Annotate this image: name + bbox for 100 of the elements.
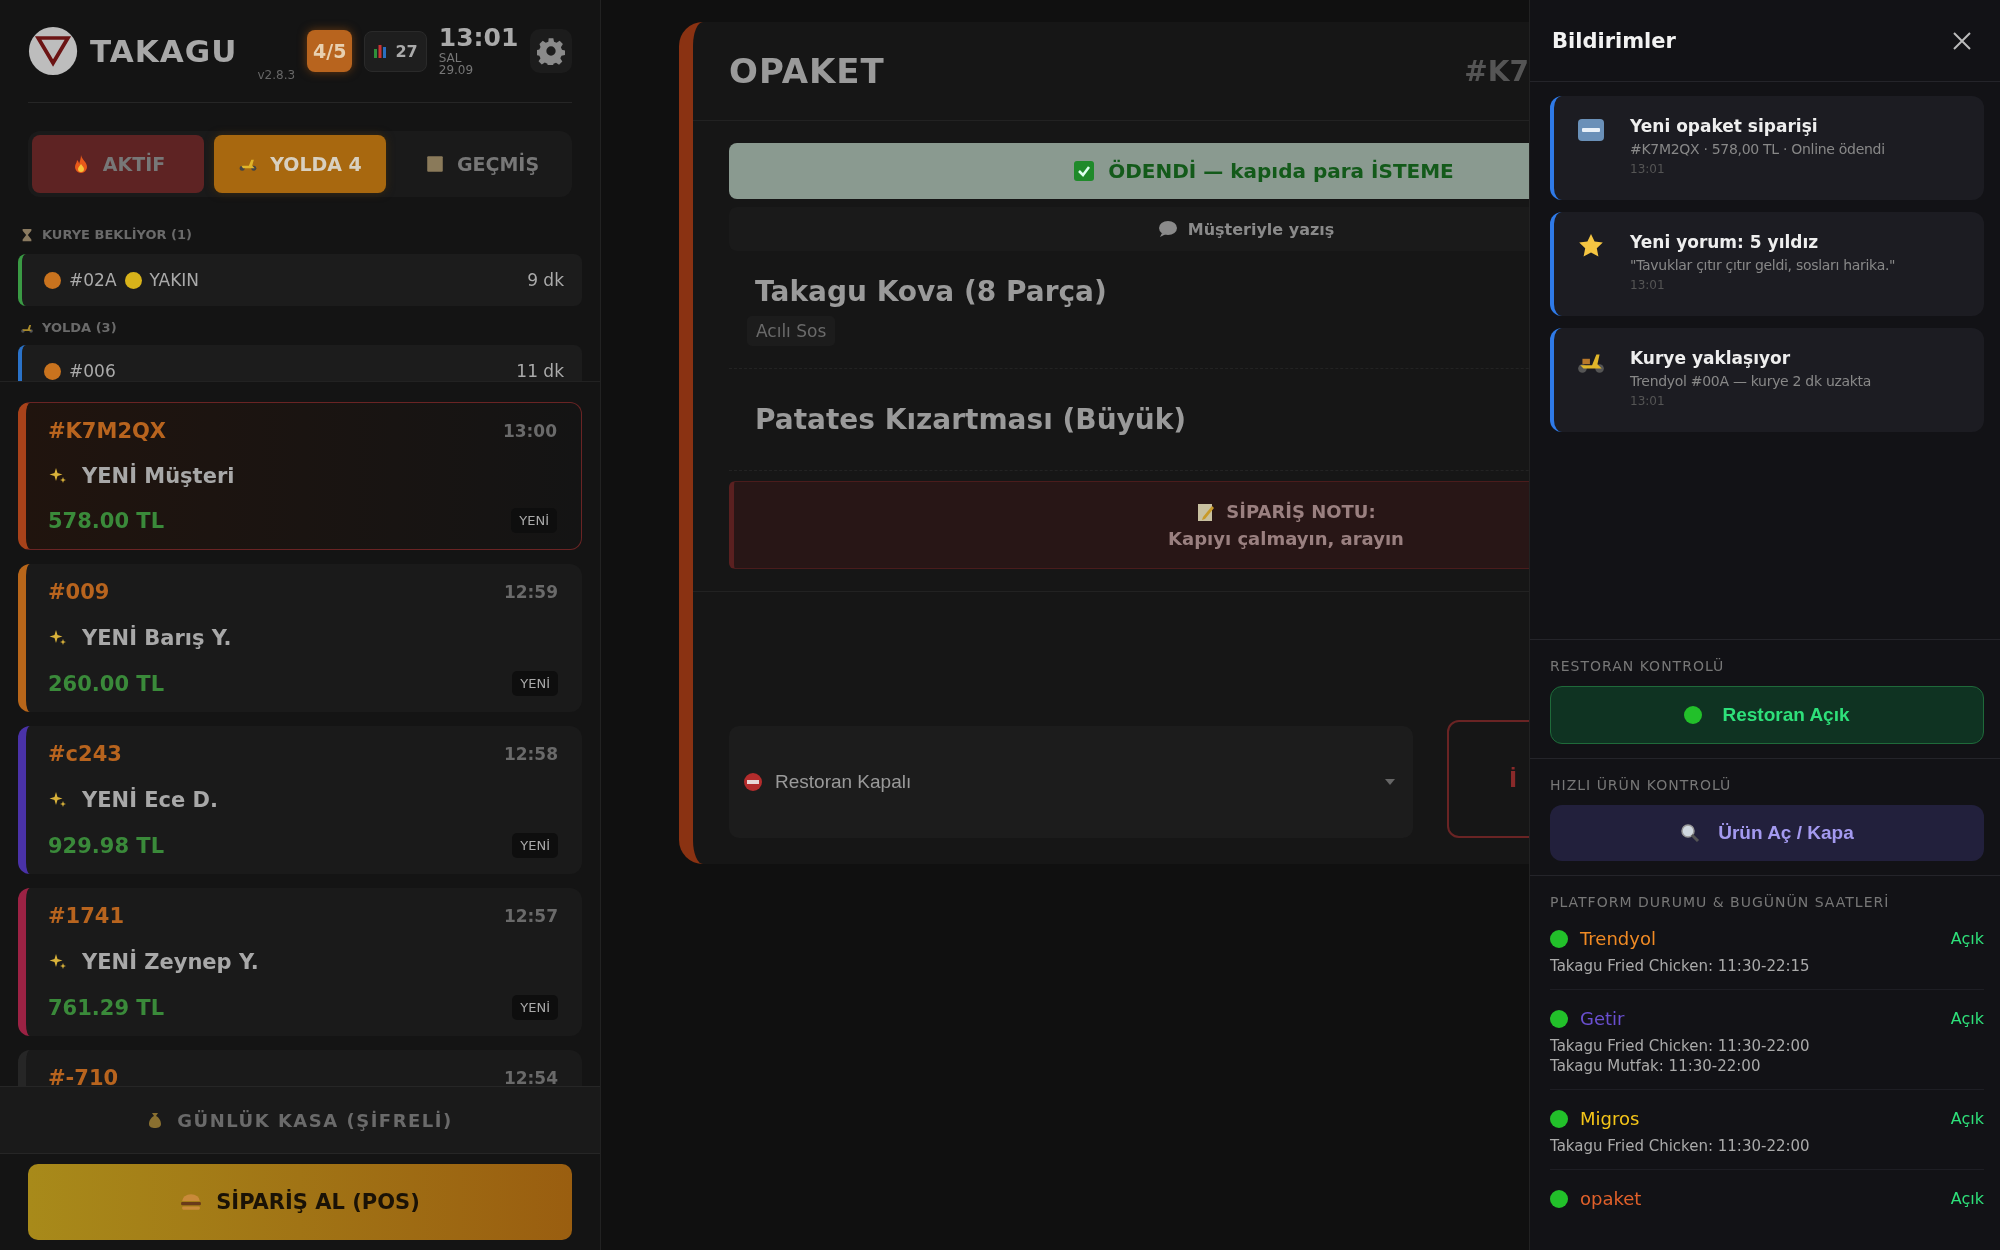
- tab[interactable]: GEÇMİŞ: [396, 135, 568, 193]
- drawer-title: Bildirimler: [1552, 28, 1676, 53]
- settings-icon: [537, 37, 566, 65]
- order-time: 12:57: [503, 906, 558, 926]
- order-time: 12:58: [503, 744, 558, 764]
- order-total: 578.00 TL: [48, 508, 165, 533]
- section-heading: YOLDA (3): [42, 320, 117, 335]
- order-id: #K7M2QX: [48, 419, 167, 443]
- section-heading: PLATFORM DURUMU & BUGÜNÜN SAATLERİ: [1550, 894, 1891, 910]
- money-bag-icon: [147, 1111, 164, 1129]
- hourglass-icon: [20, 227, 34, 242]
- status-select[interactable]: Restoran Kapalı: [729, 726, 1413, 838]
- no-entry-icon: [743, 772, 763, 792]
- proximity-label: YAKIN: [149, 270, 200, 290]
- order-card[interactable]: #K7M2QX 13:00 YENİ Müşteri 578.00 TL YENİ: [18, 402, 582, 550]
- clock-time: 13:01: [438, 25, 519, 52]
- customer-name: YENİ Zeynep Y.: [82, 949, 259, 974]
- order-count: 27: [395, 41, 418, 61]
- notification-text: #K7M2QX · 578,00 TL · Online ödendi: [1630, 141, 1885, 157]
- order-code: #006: [69, 361, 116, 381]
- platform-title: OPAKET: [729, 51, 885, 91]
- order-id: #c243: [48, 742, 122, 766]
- version-label: v2.8.3: [257, 68, 296, 82]
- note-text: Kapıyı çalmayın, arayın: [1168, 528, 1404, 549]
- status-badge: YENİ: [512, 995, 558, 1020]
- platform-status: Açık: [1950, 1009, 1984, 1028]
- order-id: #009: [48, 580, 110, 604]
- section-heading: KURYE BEKLİYOR (1): [42, 227, 192, 242]
- notification-time: 13:01: [1630, 278, 1666, 292]
- chat-button[interactable]: Müşteriyle yazış: [729, 207, 1529, 251]
- notification-card[interactable]: Kurye yaklaşıyor Trendyol #00A — kurye 2 dk uzakta 13:01: [1550, 328, 1984, 432]
- notification-time: 13:01: [1630, 394, 1666, 408]
- eta-label: 9 dk: [527, 270, 564, 290]
- section-heading: HIZLI ÜRÜN KONTROLÜ: [1550, 777, 1733, 793]
- settings-button[interactable]: [530, 29, 572, 73]
- clock-date: 29.09: [438, 64, 475, 77]
- opening-hours: Takagu Mutfak: 11:30-22:00: [1550, 1057, 1762, 1075]
- status-badge: YENİ: [511, 508, 557, 533]
- product-toggle-button[interactable]: Ürün Aç / Kapa: [1550, 805, 1984, 861]
- option-tag: Acılı Sos: [747, 316, 836, 346]
- checkmark-icon: [1074, 161, 1095, 181]
- courier-row[interactable]: #02A YAKIN 9 dk: [18, 254, 582, 306]
- bar-chart-icon: [373, 43, 388, 59]
- order-time: 13:00: [502, 421, 557, 441]
- item-name: Patates Kızartması (Büyük): [755, 403, 1188, 436]
- status-badge: YENİ: [512, 671, 558, 696]
- order-card[interactable]: #1741 12:57 YENİ Zeynep Y. 761.29 TL YENİ: [18, 888, 582, 1036]
- order-card[interactable]: #-710 12:54: [18, 1050, 582, 1086]
- platform-status: Açık: [1950, 929, 1984, 948]
- logo-icon: [28, 24, 79, 78]
- order-id: #-710: [48, 1066, 119, 1086]
- brand-name: TAKAGU: [90, 33, 238, 69]
- platform-name: Getir: [1580, 1008, 1625, 1029]
- item-name: Takagu Kova (8 Parça): [755, 275, 1108, 308]
- order-time: 12:54: [503, 1068, 558, 1086]
- pos-order-button[interactable]: SİPARİŞ AL (POS): [28, 1164, 572, 1240]
- restaurant-status-button[interactable]: Restoran Açık: [1550, 686, 1984, 744]
- platform-status: Açık: [1950, 1189, 1984, 1208]
- note-title: SİPARİŞ NOTU:: [1226, 501, 1376, 522]
- notification-card[interactable]: Yeni opaket siparişi #K7M2QX · 578,00 TL · Online ödendi 13:01: [1550, 96, 1984, 200]
- courier-row[interactable]: #006 11 dk: [18, 345, 582, 381]
- platform-name: Trendyol: [1580, 928, 1656, 949]
- customer-name: YENİ Ece D.: [82, 787, 218, 812]
- cash-register-label: GÜNLÜK KASA (ŞİFRELİ): [177, 1109, 453, 1131]
- clock-day: SAL: [438, 51, 519, 65]
- customer-name: YENİ Müşteri: [82, 463, 235, 488]
- notification-text: Trendyol #00A — kurye 2 dk uzakta: [1630, 373, 1872, 389]
- order-card[interactable]: #009 12:59 YENİ Barış Y. 260.00 TL YENİ: [18, 564, 582, 712]
- platform-name: Migros: [1580, 1108, 1640, 1129]
- notification-text: "Tavuklar çıtır çıtır geldi, sosları harika.": [1630, 257, 1896, 273]
- eta-label: 11 dk: [516, 361, 564, 381]
- caret-icon: [1385, 779, 1395, 785]
- platform-status: Açık: [1950, 1109, 1984, 1128]
- close-icon: [1952, 30, 1972, 51]
- search-icon: [1680, 823, 1701, 843]
- order-card[interactable]: #c243 12:58 YENİ Ece D. 929.98 TL YENİ: [18, 726, 582, 874]
- status-badge: YENİ: [512, 833, 558, 858]
- order-total: 929.98 TL: [48, 833, 165, 858]
- order-id: #1741: [48, 904, 125, 928]
- opening-hours: Takagu Fried Chicken: 11:30-22:00: [1550, 1137, 1811, 1155]
- speech-bubble-icon: [1157, 219, 1178, 239]
- notification-title: Kurye yaklaşıyor: [1630, 348, 1792, 368]
- notification-card[interactable]: Yeni yorum: 5 yıldız "Tavuklar çıtır çıtır geldi, sosları harika." 13:01: [1550, 212, 1984, 316]
- order-total: 761.29 TL: [48, 995, 165, 1020]
- notification-title: Yeni yorum: 5 yıldız: [1630, 232, 1820, 252]
- payment-text: ÖDENDİ — kapıda para İSTEME: [1108, 159, 1454, 183]
- opening-hours: Takagu Fried Chicken: 11:30-22:15: [1550, 957, 1811, 975]
- opening-hours: Takagu Fried Chicken: 11:30-22:00: [1550, 1037, 1811, 1055]
- capacity-badge: 4/5: [307, 30, 353, 72]
- notification-title: Yeni opaket siparişi: [1630, 116, 1819, 136]
- platform-name: opaket: [1580, 1188, 1642, 1209]
- status-dot-icon: [1684, 706, 1703, 724]
- section-heading: RESTORAN KONTROLÜ: [1550, 658, 1726, 674]
- burger-icon: [180, 1193, 203, 1211]
- order-code: #02A: [69, 270, 117, 290]
- order-time: 12:59: [503, 582, 558, 602]
- order-total: 260.00 TL: [48, 671, 165, 696]
- order-id: #K7: [1464, 54, 1529, 88]
- memo-icon: [1196, 501, 1217, 522]
- notification-time: 13:01: [1630, 162, 1666, 176]
